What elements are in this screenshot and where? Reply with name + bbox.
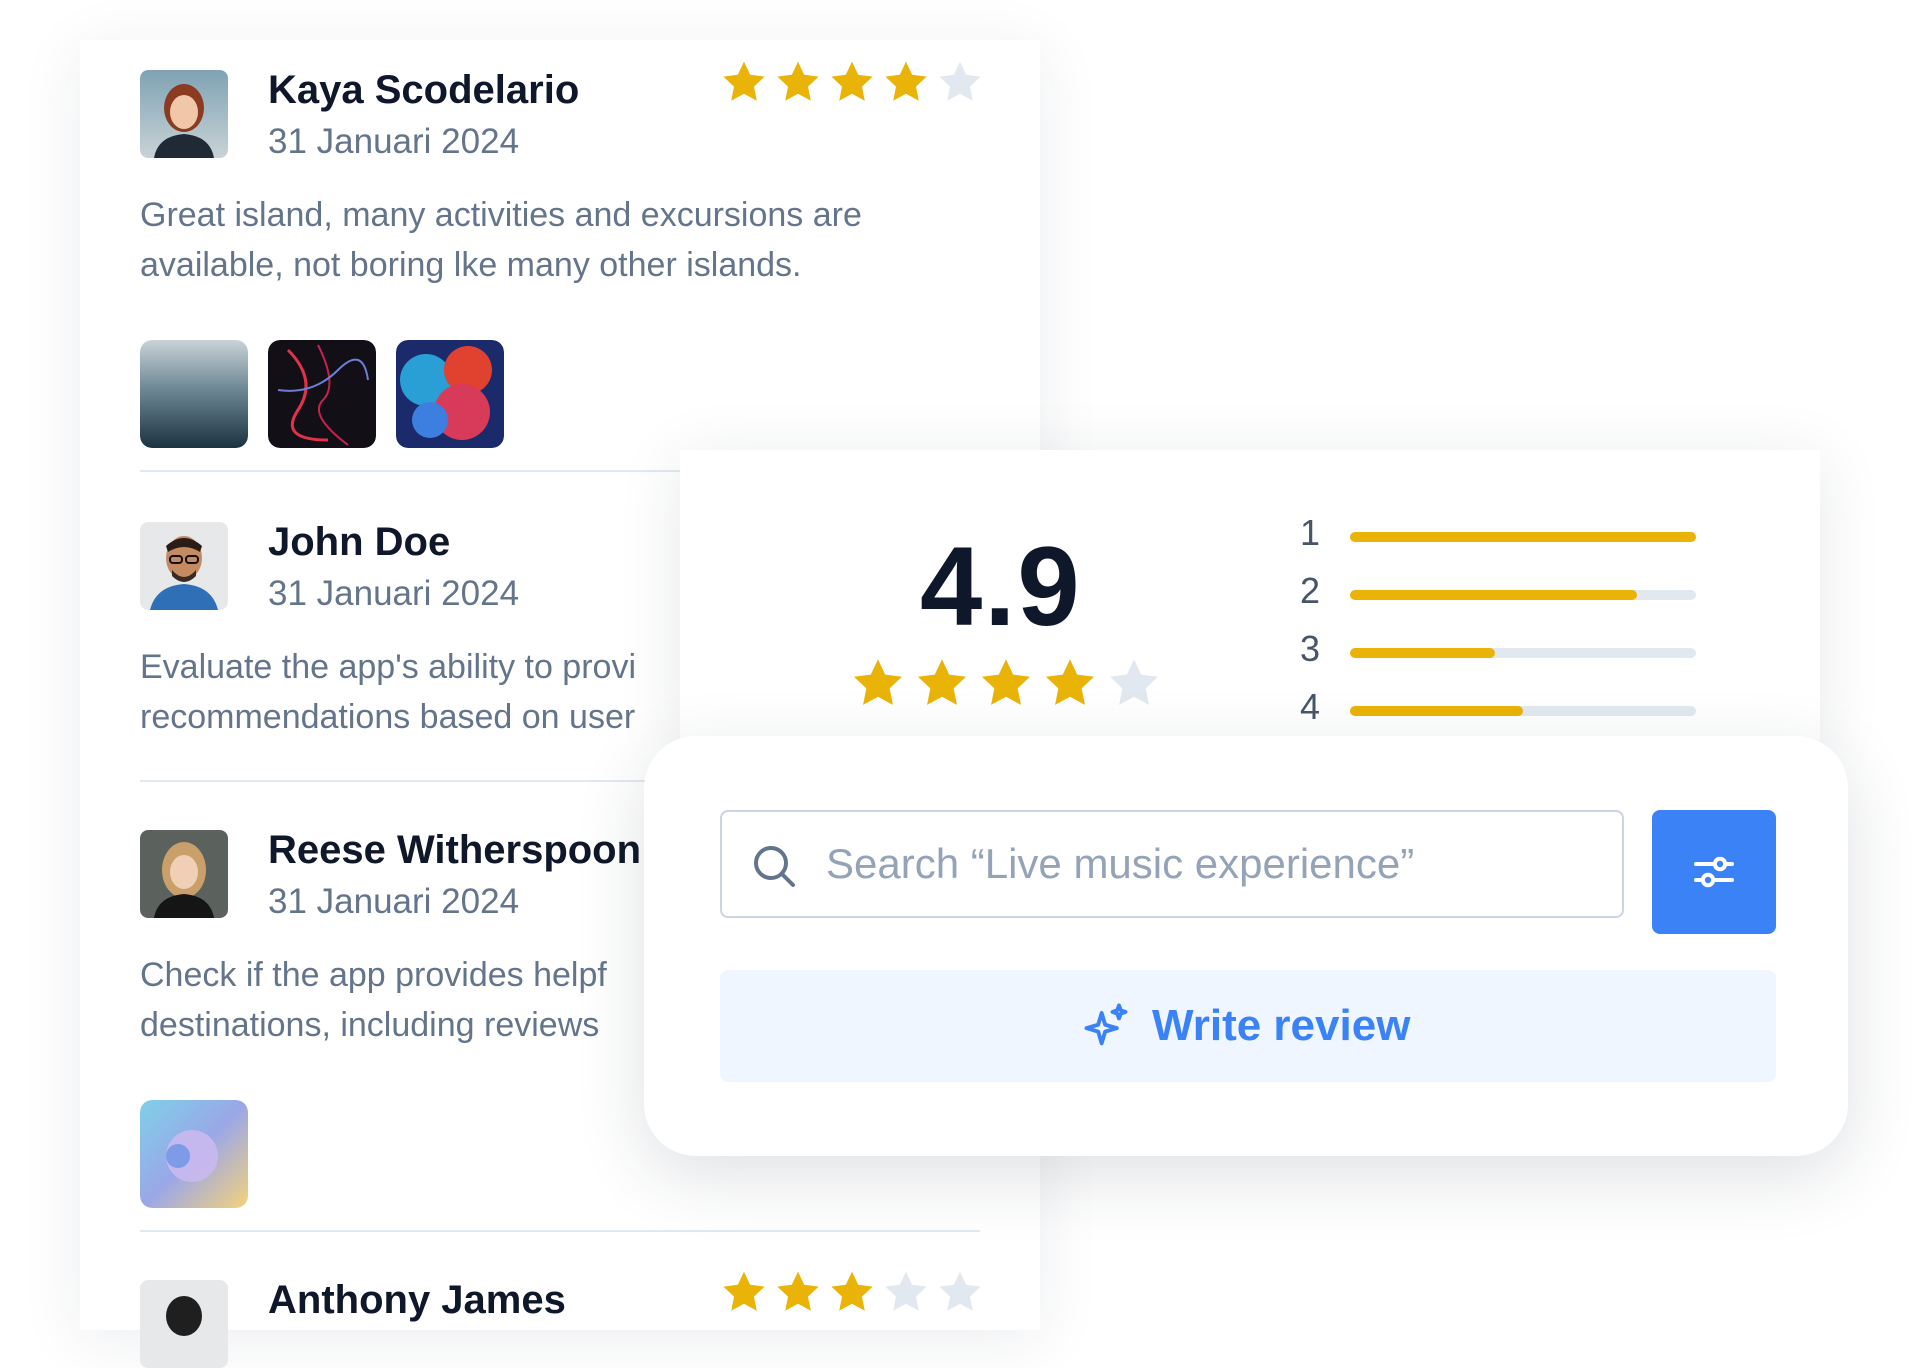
review-photos xyxy=(140,1100,248,1208)
star-icon xyxy=(936,58,984,106)
star-icon xyxy=(1106,655,1162,711)
breakdown-label: 3 xyxy=(1300,628,1321,669)
review-rating xyxy=(720,58,984,106)
avatar xyxy=(140,1280,228,1368)
reviewer-name: John Doe xyxy=(268,520,451,564)
review-photo[interactable] xyxy=(140,340,248,448)
avatar xyxy=(140,70,228,158)
reviewer-name: Anthony James xyxy=(268,1278,566,1322)
review-photo[interactable] xyxy=(396,340,504,448)
breakdown-label: 1 xyxy=(1300,512,1321,553)
star-icon xyxy=(914,655,970,711)
avatar xyxy=(140,522,228,610)
star-icon xyxy=(882,58,930,106)
star-icon xyxy=(774,1268,822,1316)
review-date: 31 Januari 2024 xyxy=(268,574,520,613)
star-icon xyxy=(774,58,822,106)
star-icon xyxy=(882,1268,930,1316)
breakdown-bar xyxy=(1350,648,1696,658)
breakdown-fill xyxy=(1350,706,1523,716)
reviewer-name: Reese Witherspoon xyxy=(268,828,642,872)
star-icon xyxy=(936,1268,984,1316)
divider xyxy=(140,1230,980,1232)
avatar xyxy=(140,830,228,918)
review-photo[interactable] xyxy=(140,1100,248,1208)
review-text: Check if the app provides helpf destinat… xyxy=(140,956,607,1044)
breakdown-bar xyxy=(1350,532,1696,542)
star-icon xyxy=(850,655,906,711)
reviewer-name: Kaya Scodelario xyxy=(268,68,580,112)
breakdown-fill xyxy=(1350,648,1496,658)
rating-summary: 4.9 1 2 3 4 xyxy=(680,450,1820,740)
review-photo[interactable] xyxy=(268,340,376,448)
filter-button[interactable] xyxy=(1652,810,1776,934)
star-icon xyxy=(828,58,876,106)
breakdown-fill xyxy=(1350,532,1696,542)
review-text: Evaluate the app's ability to provi reco… xyxy=(140,648,637,736)
write-review-button[interactable]: Write review xyxy=(720,970,1776,1082)
star-icon xyxy=(720,58,768,106)
review-photos xyxy=(140,340,504,448)
write-review-label: Write review xyxy=(1152,1001,1411,1050)
breakdown-bar xyxy=(1350,590,1696,600)
star-icon xyxy=(720,1268,768,1316)
star-icon xyxy=(828,1268,876,1316)
review-date: 31 Januari 2024 xyxy=(268,122,520,161)
average-score: 4.9 xyxy=(920,524,1082,649)
search-placeholder: Search “Live music experience” xyxy=(826,840,1415,887)
breakdown-bar xyxy=(1350,706,1696,716)
sparkle-icon xyxy=(1084,1003,1128,1046)
breakdown-label: 4 xyxy=(1300,686,1321,727)
review-date: 31 Januari 2024 xyxy=(268,882,520,921)
breakdown-label: 2 xyxy=(1300,570,1321,611)
star-icon xyxy=(1042,655,1098,711)
breakdown-fill xyxy=(1350,590,1638,600)
filter-sliders-icon xyxy=(1694,856,1734,888)
review-text: Great island, many activities and excurs… xyxy=(140,196,862,284)
review-rating xyxy=(720,1268,984,1316)
search-panel: Search “Live music experience” Write rev… xyxy=(644,736,1848,1156)
search-icon xyxy=(754,846,795,887)
star-icon xyxy=(978,655,1034,711)
divider xyxy=(140,470,690,472)
search-input[interactable]: Search “Live music experience” xyxy=(720,810,1624,918)
average-rating-stars xyxy=(850,655,1162,711)
